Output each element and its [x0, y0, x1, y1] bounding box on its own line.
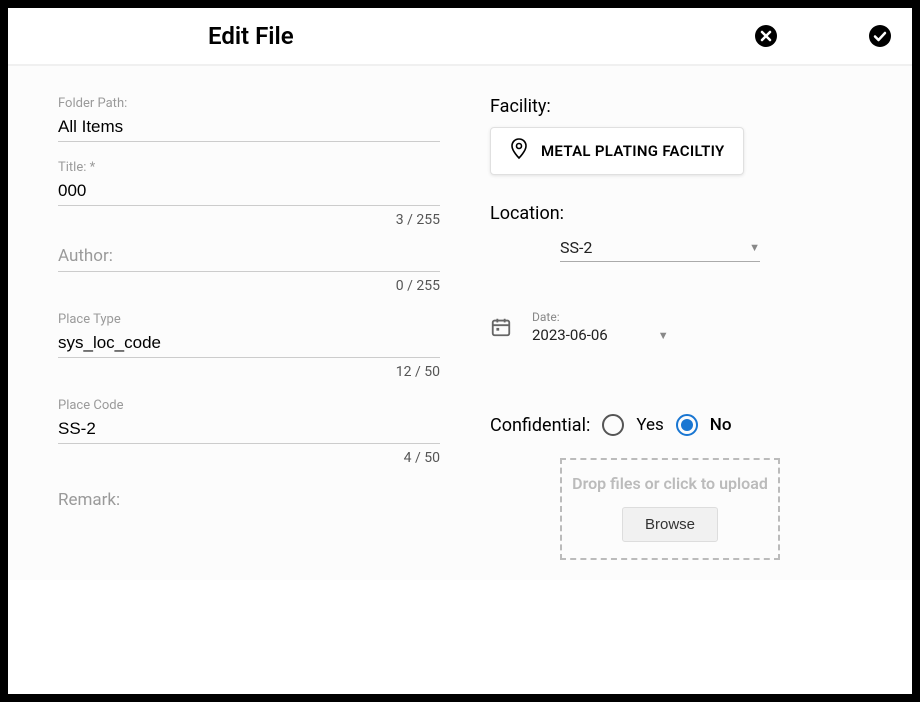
- chevron-down-icon: ▼: [749, 241, 760, 254]
- title-label: Title: *: [58, 160, 440, 175]
- place-type-label: Place Type: [58, 312, 440, 327]
- title-input[interactable]: [58, 179, 440, 206]
- facility-chip-label: METAL PLATING FACILTIY: [541, 142, 725, 160]
- confidential-yes-label: Yes: [636, 415, 663, 435]
- dialog-content: Folder Path: Title: * 3 / 255 Author: 0 …: [8, 66, 912, 580]
- confidential-no-label: No: [710, 415, 732, 435]
- dropzone-text: Drop files or click to upload: [572, 474, 768, 495]
- close-icon[interactable]: [754, 24, 778, 48]
- title-counter: 3 / 255: [58, 212, 440, 228]
- right-column: Facility: METAL PLATING FACILTIY Locatio…: [480, 96, 872, 560]
- date-value: 2023-06-06: [532, 326, 608, 344]
- location-value: SS-2: [560, 238, 592, 257]
- date-select[interactable]: 2023-06-06 ▼: [532, 326, 669, 344]
- place-code-label: Place Code: [58, 398, 440, 413]
- browse-button[interactable]: Browse: [622, 507, 718, 542]
- confidential-label: Confidential:: [490, 415, 590, 436]
- facility-chip[interactable]: METAL PLATING FACILTIY: [490, 127, 744, 175]
- location-select[interactable]: SS-2 ▼: [560, 234, 760, 262]
- dialog-title: Edit File: [208, 22, 294, 50]
- author-counter: 0 / 255: [58, 278, 440, 294]
- date-label: Date:: [532, 310, 669, 324]
- location-label: Location:: [490, 203, 872, 224]
- folder-path-input[interactable]: [58, 115, 440, 142]
- facility-label: Facility:: [490, 96, 872, 117]
- calendar-icon[interactable]: [490, 316, 512, 342]
- place-code-counter: 4 / 50: [58, 450, 440, 466]
- confidential-no-radio[interactable]: [676, 414, 698, 436]
- author-label[interactable]: Author:: [58, 246, 440, 272]
- confidential-yes-radio[interactable]: [602, 414, 624, 436]
- folder-path-label: Folder Path:: [58, 96, 440, 111]
- remark-label[interactable]: Remark:: [58, 490, 440, 515]
- dialog-header: Edit File: [8, 8, 912, 66]
- place-code-input[interactable]: [58, 417, 440, 444]
- file-dropzone[interactable]: Drop files or click to upload Browse: [560, 458, 780, 560]
- location-pin-icon: [509, 138, 529, 164]
- place-type-input[interactable]: [58, 331, 440, 358]
- chevron-down-icon: ▼: [658, 329, 669, 342]
- place-type-counter: 12 / 50: [58, 364, 440, 380]
- confirm-icon[interactable]: [868, 24, 892, 48]
- left-column: Folder Path: Title: * 3 / 255 Author: 0 …: [58, 96, 440, 560]
